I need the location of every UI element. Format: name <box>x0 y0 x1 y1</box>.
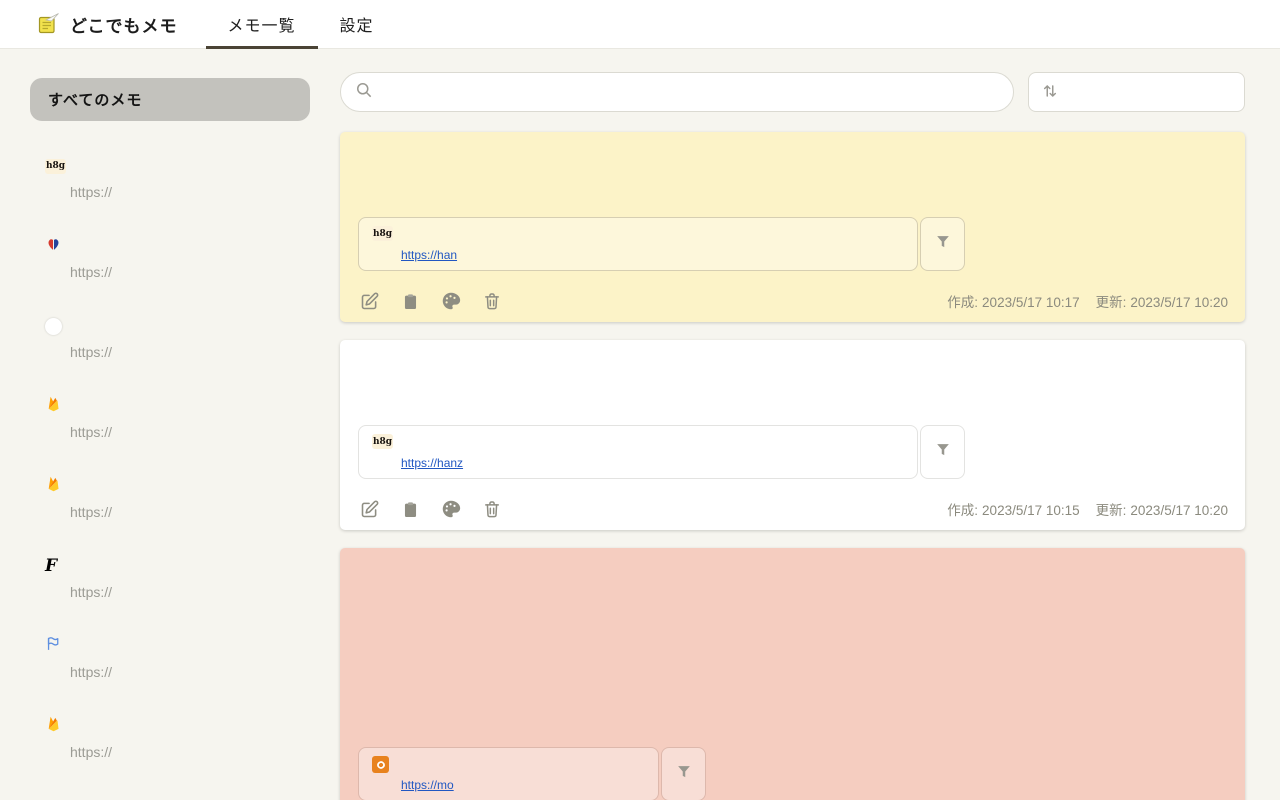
sidebar-item-url: https:// <box>70 664 113 680</box>
sidebar-memo-item[interactable]: h8g https:// <box>30 157 310 200</box>
memo-card: h8g https://hanz 作成: 2023/5/17 10:15 更新:… <box>340 340 1245 530</box>
sidebar-item-url: https:// <box>70 584 113 600</box>
color-palette-button[interactable] <box>440 498 462 520</box>
filter-button[interactable] <box>661 747 706 800</box>
toolbar <box>340 72 1245 112</box>
sidebar-item-url: https:// <box>70 424 113 440</box>
sidebar-item-url: https:// <box>70 504 113 520</box>
created-label: 作成: <box>947 503 979 518</box>
memo-link-box: h8g https://hanz <box>358 425 918 479</box>
tab-memo-list[interactable]: メモ一覧 <box>205 0 318 49</box>
sidebar-memo-item[interactable]: https:// <box>30 715 310 760</box>
moneyforward-favicon-icon <box>372 756 389 773</box>
copy-clipboard-button[interactable] <box>399 290 421 312</box>
sidebar-memo-list: h8g https:// https:// https:// https:// … <box>30 157 310 760</box>
sidebar-item-url: https:// <box>70 744 113 760</box>
firebase-favicon-icon <box>45 715 62 737</box>
memo-card: https://mo <box>340 548 1245 800</box>
memo-link[interactable]: https://mo <box>401 778 454 792</box>
search-input[interactable] <box>383 84 1000 100</box>
sort-arrows-icon <box>1039 80 1061 105</box>
memo-actions <box>358 290 503 312</box>
funnel-icon <box>674 762 694 787</box>
memo-card: h8g https://han 作成: 2023/5/17 10:17 更新: … <box>340 132 1245 322</box>
search-box <box>340 72 1014 112</box>
header-tabs: メモ一覧 設定 <box>205 0 396 49</box>
updated-label: 更新: <box>1095 503 1127 518</box>
app-header: どこでもメモ メモ一覧 設定 <box>0 0 1280 49</box>
app-title: どこでもメモ <box>70 16 178 36</box>
memo-link[interactable]: https://han <box>401 248 457 262</box>
h8g-favicon-icon: h8g <box>45 158 66 174</box>
sidebar-memo-item[interactable]: https:// <box>30 317 310 360</box>
updated-value: 2023/5/17 10:20 <box>1130 503 1228 518</box>
firebase-favicon-icon <box>45 395 62 417</box>
search-icon <box>354 80 374 105</box>
updated-label: 更新: <box>1095 295 1127 310</box>
edit-button[interactable] <box>358 290 380 312</box>
sidebar-item-url: https:// <box>70 184 113 200</box>
created-label: 作成: <box>947 295 979 310</box>
sidebar: すべてのメモ h8g https:// https:// https:// ht… <box>0 49 340 800</box>
h8g-favicon-icon: h8g <box>372 434 393 449</box>
sidebar-memo-item[interactable]: https:// <box>30 237 310 280</box>
sidebar-memo-item[interactable]: https:// <box>30 637 310 680</box>
memo-link[interactable]: https://hanz <box>401 456 463 470</box>
memo-link-box: https://mo <box>358 747 659 800</box>
memo-link-box: h8g https://han <box>358 217 918 271</box>
color-palette-button[interactable] <box>440 290 462 312</box>
app-logo-memo-icon <box>36 12 60 36</box>
github-favicon-icon <box>45 317 62 335</box>
delete-trash-button[interactable] <box>481 498 503 520</box>
heart-favicon-icon <box>45 235 62 257</box>
delete-trash-button[interactable] <box>481 290 503 312</box>
tab-settings[interactable]: 設定 <box>318 0 396 49</box>
sidebar-memo-item[interactable]: https:// <box>30 475 310 520</box>
h8g-favicon-icon: h8g <box>372 226 393 241</box>
funnel-icon <box>933 232 953 257</box>
firebase-favicon-icon <box>45 475 62 497</box>
edit-button[interactable] <box>358 498 380 520</box>
sidebar-memo-item[interactable]: F https:// <box>30 557 310 600</box>
updated-value: 2023/5/17 10:20 <box>1130 295 1228 310</box>
all-memos-button[interactable]: すべてのメモ <box>30 78 310 121</box>
copy-clipboard-button[interactable] <box>399 498 421 520</box>
filter-button[interactable] <box>920 217 965 271</box>
memo-timestamps: 作成: 2023/5/17 10:15 更新: 2023/5/17 10:20 <box>947 499 1228 519</box>
sidebar-item-url: https:// <box>70 344 113 360</box>
memo-timestamps: 作成: 2023/5/17 10:17 更新: 2023/5/17 10:20 <box>947 291 1228 311</box>
flag-favicon-icon <box>45 635 62 657</box>
f-favicon-icon: F <box>45 555 58 576</box>
memo-actions <box>358 498 503 520</box>
funnel-icon <box>933 440 953 465</box>
created-value: 2023/5/17 10:15 <box>982 503 1080 518</box>
sidebar-memo-item[interactable]: https:// <box>30 395 310 440</box>
main-content: h8g https://han 作成: 2023/5/17 10:17 更新: … <box>340 49 1245 800</box>
sidebar-item-url: https:// <box>70 264 113 280</box>
sort-order-select[interactable] <box>1028 72 1245 112</box>
filter-button[interactable] <box>920 425 965 479</box>
created-value: 2023/5/17 10:17 <box>982 295 1080 310</box>
